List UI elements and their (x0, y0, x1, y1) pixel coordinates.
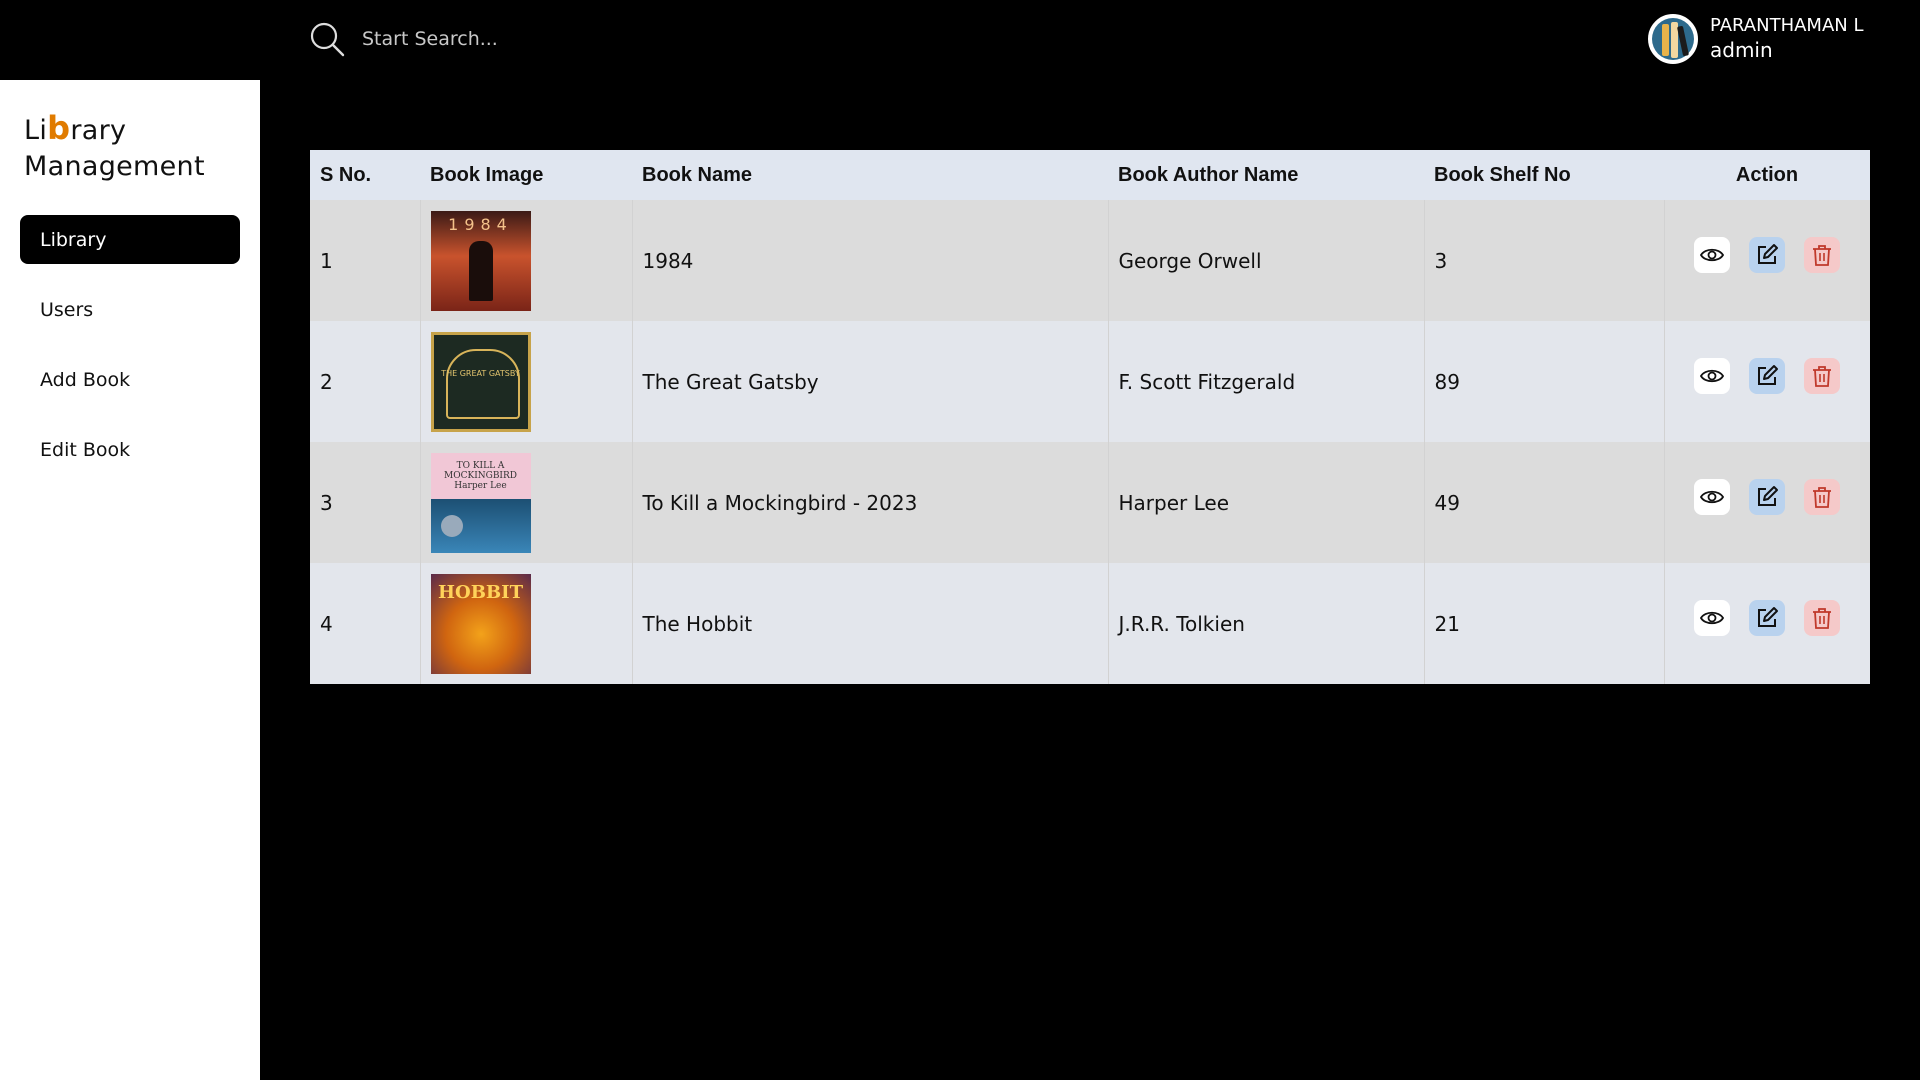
trash-icon (1813, 607, 1832, 629)
table-row: 2 THE GREAT GATSBY The Great Gatsby F. S… (310, 321, 1870, 442)
cell-shelf: 49 (1424, 442, 1665, 563)
sidebar-nav: Library Users Add Book Edit Book (20, 215, 240, 495)
cell-book-name: The Hobbit (632, 563, 1109, 684)
cell-author: Harper Lee (1108, 442, 1425, 563)
sidebar-item-label: Edit Book (40, 438, 131, 461)
header-author: Book Author Name (1108, 150, 1424, 200)
edit-icon (1758, 485, 1779, 506)
sidebar-item-users[interactable]: Users (20, 285, 240, 334)
sidebar-item-label: Add Book (40, 368, 131, 391)
sidebar-item-add-book[interactable]: Add Book (20, 355, 240, 404)
book-cover-image: HOBBIT (430, 573, 531, 674)
row-actions (1675, 478, 1861, 515)
cell-book-name: 1984 (632, 200, 1109, 321)
edit-button[interactable] (1749, 478, 1786, 515)
cell-sno: 1 (310, 200, 421, 321)
row-actions (1675, 599, 1861, 636)
view-button[interactable] (1694, 357, 1731, 394)
edit-button[interactable] (1749, 599, 1786, 636)
app-logo: Library Management (24, 109, 205, 182)
edit-icon (1758, 606, 1779, 627)
row-actions (1675, 357, 1861, 394)
view-button[interactable] (1694, 236, 1731, 273)
cell-sno: 2 (310, 321, 421, 442)
book-cover-image: THE GREAT GATSBY (430, 331, 531, 432)
header-action: Action (1664, 150, 1870, 200)
table-row: 3 TO KILL A MOCKINGBIRD Harper Lee To Ki… (310, 442, 1870, 563)
cell-shelf: 3 (1424, 200, 1665, 321)
edit-button[interactable] (1749, 357, 1786, 394)
eye-icon (1700, 490, 1725, 503)
user-name: PARANTHAMAN L (1710, 15, 1864, 37)
cell-author: F. Scott Fitzgerald (1108, 321, 1425, 442)
cell-author: J.R.R. Tolkien (1108, 563, 1425, 684)
header-sno: S No. (310, 150, 420, 200)
table-header-row: S No. Book Image Book Name Book Author N… (310, 150, 1870, 200)
table-row: 1 1984 1984 George Orwell 3 (310, 200, 1870, 321)
search-input[interactable] (360, 27, 684, 51)
trash-icon (1813, 365, 1832, 387)
user-role: admin (1710, 37, 1773, 62)
delete-button[interactable] (1804, 357, 1841, 394)
delete-button[interactable] (1804, 478, 1841, 515)
view-button[interactable] (1694, 599, 1731, 636)
book-cover-image: 1984 (430, 210, 531, 311)
edit-icon (1758, 364, 1779, 385)
books-table: S No. Book Image Book Name Book Author N… (310, 150, 1870, 684)
avatar[interactable] (1648, 14, 1698, 64)
sidebar-item-label: Library (40, 228, 107, 251)
edit-icon (1758, 243, 1779, 264)
books-table-container: S No. Book Image Book Name Book Author N… (310, 150, 1870, 684)
header-book-image: Book Image (420, 150, 632, 200)
trash-icon (1813, 486, 1832, 508)
delete-button[interactable] (1804, 236, 1841, 273)
search-bar (308, 20, 684, 58)
cell-book-name: To Kill a Mockingbird - 2023 (632, 442, 1109, 563)
table-row: 4 HOBBIT The Hobbit J.R.R. Tolkien 21 (310, 563, 1870, 684)
trash-icon (1813, 244, 1832, 266)
eye-icon (1700, 248, 1725, 261)
sidebar: Library Management Library Users Add Boo… (0, 80, 260, 1080)
book-cover-image: TO KILL A MOCKINGBIRD Harper Lee (430, 452, 531, 553)
view-button[interactable] (1694, 478, 1731, 515)
top-bar: PARANTHAMAN L admin (0, 0, 1920, 80)
header-shelf: Book Shelf No (1424, 150, 1664, 200)
cell-shelf: 89 (1424, 321, 1665, 442)
row-actions (1675, 236, 1861, 273)
eye-icon (1700, 611, 1725, 624)
cell-book-name: The Great Gatsby (632, 321, 1109, 442)
eye-icon (1700, 369, 1725, 382)
sidebar-item-edit-book[interactable]: Edit Book (20, 425, 240, 474)
user-profile[interactable]: PARANTHAMAN L admin (1648, 14, 1863, 64)
search-icon[interactable] (308, 20, 346, 58)
edit-button[interactable] (1749, 236, 1786, 273)
sidebar-item-label: Users (40, 298, 94, 321)
cell-sno: 4 (310, 563, 421, 684)
header-book-name: Book Name (632, 150, 1108, 200)
cell-shelf: 21 (1424, 563, 1665, 684)
cell-sno: 3 (310, 442, 421, 563)
sidebar-item-library[interactable]: Library (20, 215, 240, 264)
delete-button[interactable] (1804, 599, 1841, 636)
cell-author: George Orwell (1108, 200, 1425, 321)
